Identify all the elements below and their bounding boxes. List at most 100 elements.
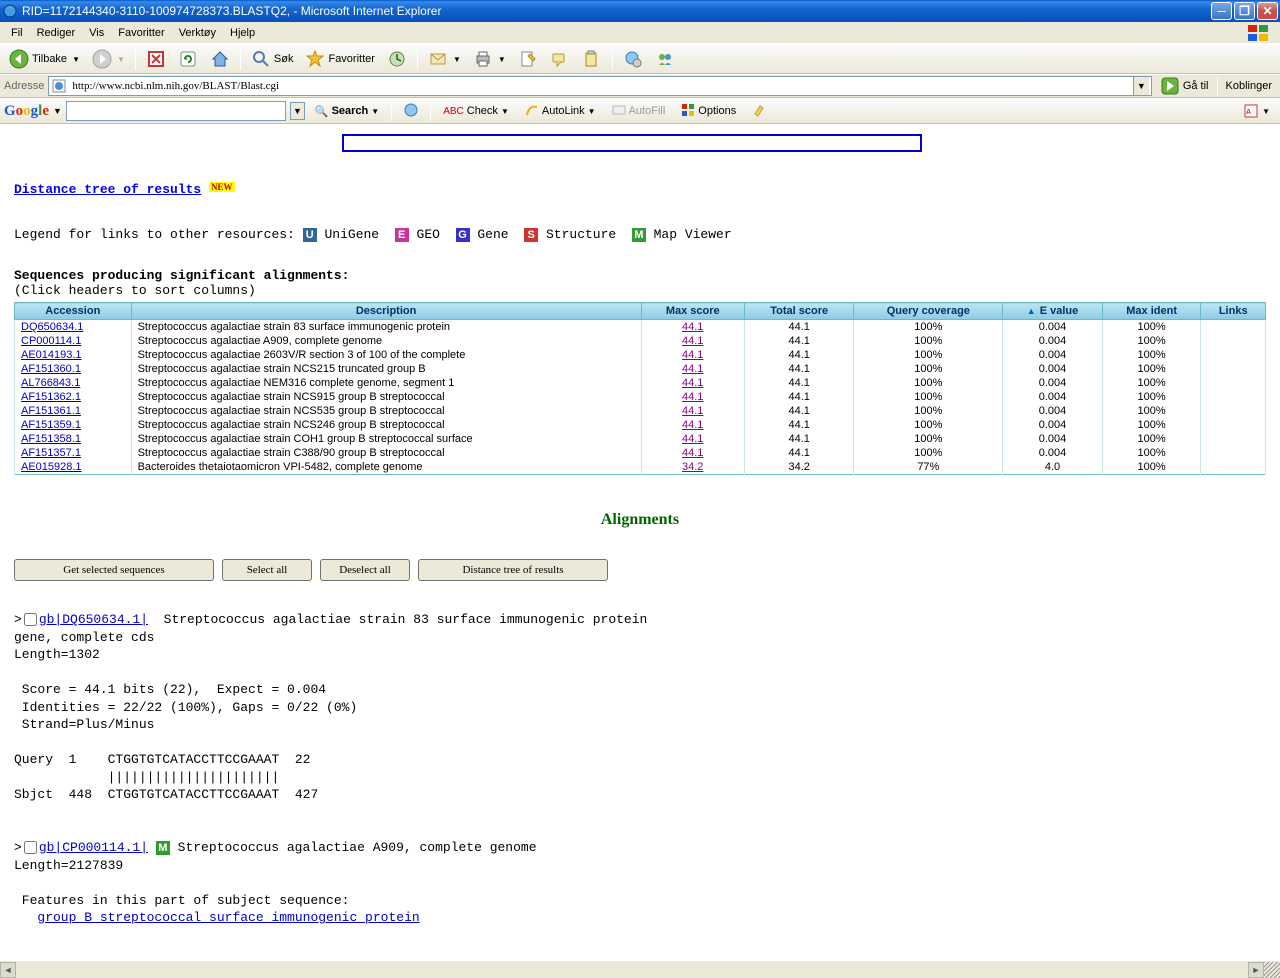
totalscore-cell: 44.1: [744, 348, 854, 362]
research-button[interactable]: [577, 46, 607, 72]
minimize-button[interactable]: ─: [1211, 2, 1232, 20]
go-button[interactable]: Gå til: [1156, 74, 1213, 98]
accession-link[interactable]: AF151359.1: [21, 419, 81, 431]
content-viewport[interactable]: Distance tree of results NEW Legend for …: [0, 124, 1280, 960]
mail-button[interactable]: ▼: [423, 46, 466, 72]
totalscore-cell: 44.1: [744, 334, 854, 348]
google-autofill-button[interactable]: AutoFill: [606, 100, 672, 123]
maxscore-link[interactable]: 44.1: [682, 349, 703, 361]
refresh-button[interactable]: [173, 46, 203, 72]
home-button[interactable]: [205, 46, 235, 72]
menu-hjelp[interactable]: Hjelp: [223, 24, 262, 42]
evalue-cell: 0.004: [1003, 432, 1103, 446]
alignment-block-1: >gb|DQ650634.1| Streptococcus agalactiae…: [14, 611, 1266, 927]
alignment-link-1[interactable]: gb|DQ650634.1|: [39, 612, 148, 627]
maxscore-link[interactable]: 44.1: [682, 377, 703, 389]
maxscore-link[interactable]: 34.2: [682, 461, 703, 473]
menu-vis[interactable]: Vis: [82, 24, 111, 42]
accession-link[interactable]: AF151357.1: [21, 447, 81, 459]
address-dropdown[interactable]: ▼: [1133, 77, 1149, 95]
totalscore-cell: 34.2: [744, 460, 854, 475]
accession-link[interactable]: AF151361.1: [21, 405, 81, 417]
edit-button[interactable]: [513, 46, 543, 72]
col-accession[interactable]: Accession: [15, 303, 132, 320]
address-input-wrap[interactable]: ▼: [48, 76, 1151, 96]
get-selected-button[interactable]: Get selected sequences: [14, 559, 214, 581]
accession-link[interactable]: AE015928.1: [21, 461, 82, 473]
maxscore-link[interactable]: 44.1: [682, 335, 703, 347]
distance-tree-button[interactable]: Distance tree of results: [418, 559, 608, 581]
alignment-link-2[interactable]: gb|CP000114.1|: [39, 840, 148, 855]
col-querycoverage[interactable]: Query coverage: [854, 303, 1003, 320]
discuss-button[interactable]: [545, 46, 575, 72]
google-search-button[interactable]: 🔍Search▼: [309, 102, 385, 121]
totalscore-cell: 44.1: [744, 320, 854, 335]
maxscore-link[interactable]: 44.1: [682, 321, 703, 333]
back-button[interactable]: Tilbake ▼: [4, 46, 85, 72]
windows-logo-icon: [1240, 23, 1278, 43]
maxscore-link[interactable]: 44.1: [682, 363, 703, 375]
messenger-button[interactable]: [650, 46, 680, 72]
google-options-button[interactable]: Options: [675, 100, 742, 123]
accession-link[interactable]: AF151360.1: [21, 363, 81, 375]
google-logo[interactable]: Google: [4, 103, 49, 120]
history-button[interactable]: [382, 46, 412, 72]
forward-button[interactable]: ▼: [87, 46, 130, 72]
alignment-checkbox-1[interactable]: [24, 613, 37, 626]
resize-grip[interactable]: [1264, 962, 1280, 978]
google-autolink-button[interactable]: AutoLink▼: [519, 100, 602, 123]
col-description[interactable]: Description: [131, 303, 641, 320]
links-label[interactable]: Koblinger: [1222, 80, 1276, 92]
google-search-input[interactable]: [66, 101, 286, 121]
col-maxscore[interactable]: Max score: [641, 303, 744, 320]
col-totalscore[interactable]: Total score: [744, 303, 854, 320]
search-button[interactable]: Søk: [246, 46, 299, 72]
menu-rediger[interactable]: Rediger: [30, 24, 83, 42]
star-icon: [305, 49, 325, 69]
menu-fil[interactable]: Fil: [4, 24, 30, 42]
restore-button[interactable]: ❐: [1234, 2, 1255, 20]
navigation-toolbar: Tilbake ▼ ▼ Søk Favoritter ▼ ▼: [0, 44, 1280, 74]
google-highlight-button[interactable]: [746, 100, 772, 123]
google-news-button[interactable]: [398, 100, 424, 123]
col-links[interactable]: Links: [1201, 303, 1266, 320]
accession-link[interactable]: AL766843.1: [21, 377, 80, 389]
favorites-button[interactable]: Favoritter: [300, 46, 379, 72]
autolink-icon: [525, 103, 539, 120]
maxscore-link[interactable]: 44.1: [682, 391, 703, 403]
accession-link[interactable]: CP000114.1: [21, 335, 81, 347]
maxscore-link[interactable]: 44.1: [682, 419, 703, 431]
col-evalue[interactable]: ▲E value: [1003, 303, 1103, 320]
querycov-cell: 100%: [854, 418, 1003, 432]
maxscore-link[interactable]: 44.1: [682, 433, 703, 445]
close-button[interactable]: ✕: [1257, 2, 1278, 20]
mapviewer-link-icon[interactable]: M: [156, 841, 170, 855]
maxscore-link[interactable]: 44.1: [682, 447, 703, 459]
autofill-icon: [612, 103, 626, 120]
maxident-cell: 100%: [1102, 460, 1201, 475]
related-button[interactable]: [618, 46, 648, 72]
menu-verktoy[interactable]: Verktøy: [172, 24, 223, 42]
print-button[interactable]: ▼: [468, 46, 511, 72]
alignment-checkbox-2[interactable]: [24, 841, 37, 854]
evalue-cell: 0.004: [1003, 390, 1103, 404]
menu-favoritter[interactable]: Favoritter: [111, 24, 171, 42]
action-button-row: Get selected sequences Select all Desele…: [14, 559, 1266, 581]
feature-link[interactable]: group B streptococcal surface immunogeni…: [37, 910, 419, 925]
select-all-button[interactable]: Select all: [222, 559, 312, 581]
distance-tree-link[interactable]: Distance tree of results: [14, 182, 201, 197]
deselect-all-button[interactable]: Deselect all: [320, 559, 410, 581]
maxident-cell: 100%: [1102, 320, 1201, 335]
accession-link[interactable]: AE014193.1: [21, 349, 82, 361]
col-maxident[interactable]: Max ident: [1102, 303, 1201, 320]
address-input[interactable]: [70, 79, 1132, 93]
stop-button[interactable]: [141, 46, 171, 72]
google-check-button[interactable]: ABC Check▼: [437, 102, 515, 120]
accession-link[interactable]: DQ650634.1: [21, 321, 83, 333]
google-settings-button[interactable]: A▼: [1237, 100, 1276, 122]
accession-link[interactable]: AF151362.1: [21, 391, 81, 403]
maxscore-link[interactable]: 44.1: [682, 405, 703, 417]
accession-link[interactable]: AF151358.1: [21, 433, 81, 445]
hscroll-right[interactable]: ►: [1248, 962, 1264, 978]
hscroll-left[interactable]: ◄: [0, 962, 16, 978]
